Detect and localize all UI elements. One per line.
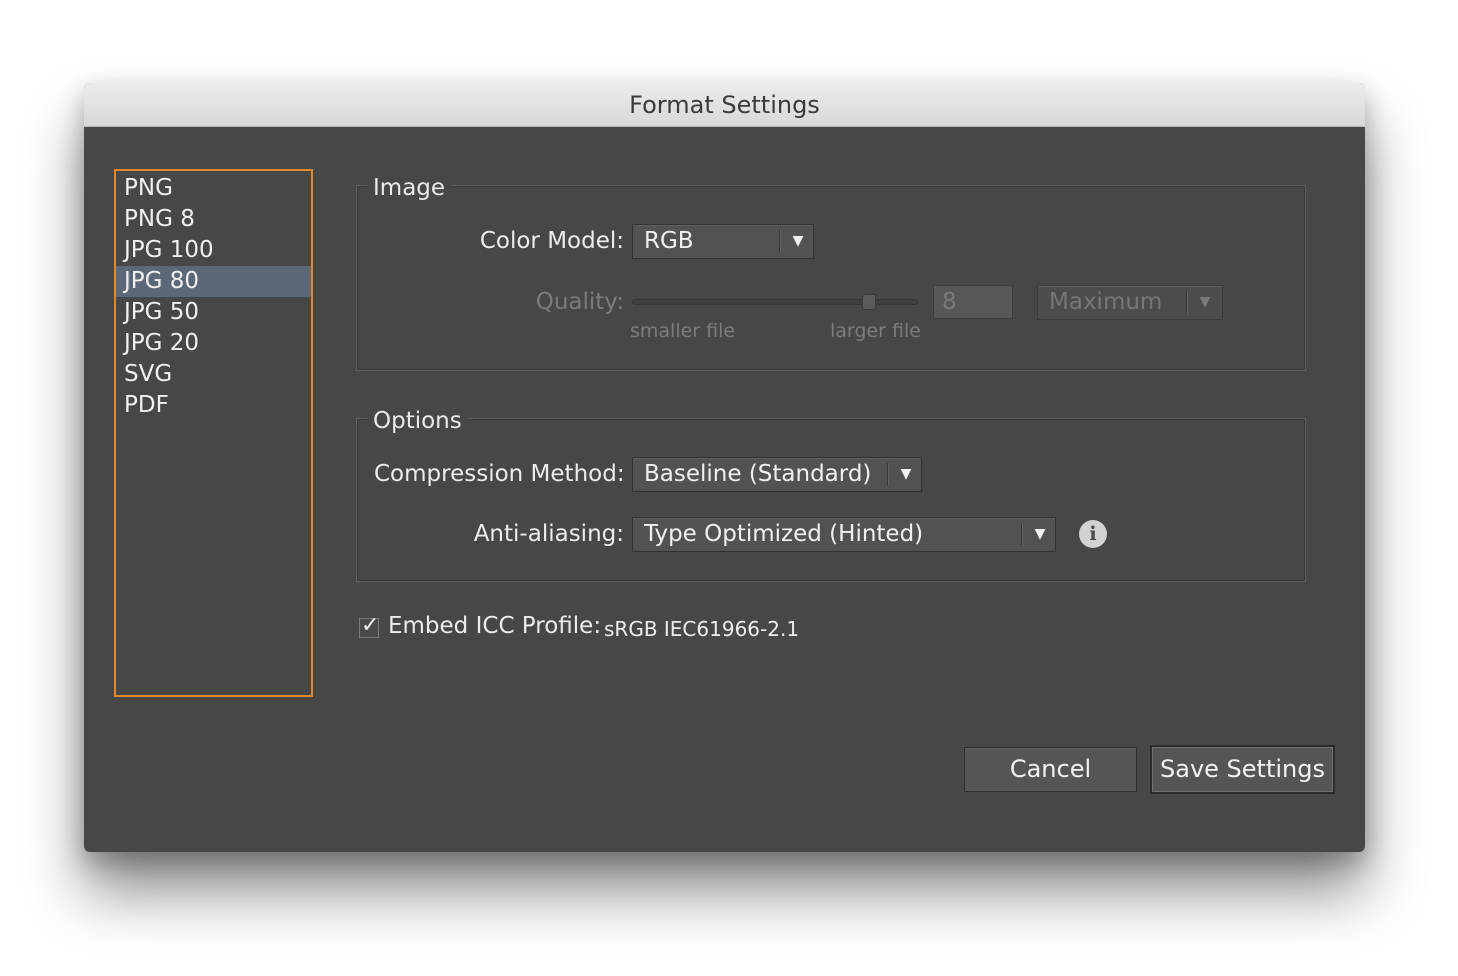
image-group <box>356 185 1306 371</box>
format-item[interactable]: JPG 80 <box>116 266 311 297</box>
compression-method-dropdown[interactable]: Baseline (Standard) ▼ <box>632 457 922 492</box>
save-settings-button[interactable]: Save Settings <box>1150 745 1335 794</box>
quality-slider-thumb[interactable] <box>862 294 877 310</box>
options-group <box>356 418 1306 582</box>
options-group-legend: Options <box>367 406 468 436</box>
checkmark-icon: ✓ <box>361 613 380 638</box>
format-item[interactable]: JPG 50 <box>116 297 311 328</box>
compression-method-label: Compression Method: <box>374 461 625 487</box>
embed-icc-checkbox[interactable]: ✓ <box>359 613 379 638</box>
anti-aliasing-dropdown[interactable]: Type Optimized (Hinted) ▼ <box>632 517 1056 552</box>
smaller-file-label: smaller file <box>630 320 736 342</box>
format-item[interactable]: JPG 100 <box>116 235 311 266</box>
color-model-value: RGB <box>644 228 694 254</box>
dropdown-separator <box>887 463 888 486</box>
anti-aliasing-label: Anti-aliasing: <box>473 521 624 547</box>
format-item[interactable]: PDF <box>116 390 311 421</box>
larger-file-label: larger file <box>830 320 921 342</box>
image-group-legend: Image <box>367 173 452 203</box>
embed-icc-label: Embed ICC Profile: <box>388 613 602 639</box>
cancel-button[interactable]: Cancel <box>964 747 1137 792</box>
format-settings-dialog: Format Settings PNG PNG 8 JPG 100 JPG 80 JPG… <box>84 83 1365 852</box>
dialog-title: Format Settings <box>84 83 1365 127</box>
format-item[interactable]: PNG <box>116 173 311 204</box>
quality-preset-dropdown[interactable]: Maximum ▼ <box>1037 285 1223 320</box>
format-item[interactable]: PNG 8 <box>116 204 311 235</box>
anti-aliasing-value: Type Optimized (Hinted) <box>644 521 924 547</box>
dropdown-separator <box>1186 291 1187 314</box>
color-model-label: Color Model: <box>479 228 624 254</box>
info-icon[interactable]: i <box>1079 520 1107 548</box>
quality-preset-value: Maximum <box>1049 289 1163 315</box>
dropdown-separator <box>779 230 780 253</box>
color-model-dropdown[interactable]: RGB ▼ <box>632 224 814 259</box>
quality-value-field[interactable]: 8 <box>933 285 1013 319</box>
chevron-down-icon: ▼ <box>1199 294 1211 310</box>
quality-label: Quality: <box>535 289 624 315</box>
chevron-down-icon: ▼ <box>900 466 912 482</box>
format-item[interactable]: JPG 20 <box>116 328 311 359</box>
dropdown-separator <box>1021 523 1022 546</box>
icc-profile-value: sRGB IEC61966-2.1 <box>604 617 800 641</box>
format-item[interactable]: SVG <box>116 359 311 390</box>
compression-method-value: Baseline (Standard) <box>644 461 872 487</box>
format-list[interactable]: PNG PNG 8 JPG 100 JPG 80 JPG 50 JPG 20 SVG PDF <box>114 169 313 697</box>
chevron-down-icon: ▼ <box>792 233 804 249</box>
chevron-down-icon: ▼ <box>1034 526 1046 542</box>
